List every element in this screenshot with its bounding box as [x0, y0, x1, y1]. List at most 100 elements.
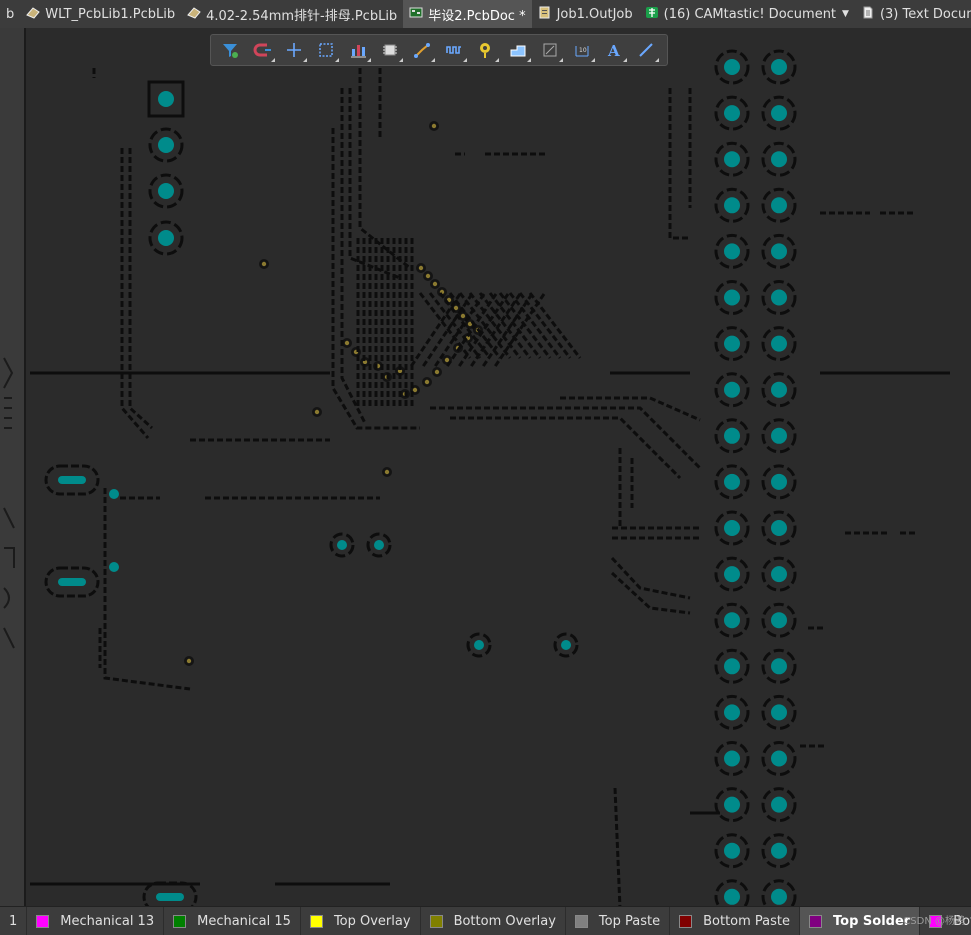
line-icon[interactable]	[633, 37, 659, 63]
svg-text:10: 10	[579, 47, 587, 54]
through-hole-pad	[474, 640, 484, 650]
dimension-icon[interactable]: 10	[569, 37, 595, 63]
layer-tab-1[interactable]: Mechanical 13	[27, 907, 165, 935]
watermark-text: CSDN @杨鸿	[903, 916, 965, 927]
active-bar-toolbar: 10 A	[210, 34, 668, 66]
via	[432, 281, 438, 287]
through-hole-pad	[771, 105, 787, 122]
copper-trace	[358, 68, 411, 270]
layer-color-swatch	[429, 914, 443, 928]
through-hole-pad	[771, 520, 787, 536]
via	[425, 273, 431, 279]
through-hole-pad	[771, 704, 787, 721]
pcb-board-view[interactable]	[0, 28, 971, 906]
through-hole-pad	[771, 658, 787, 675]
through-hole-pad	[724, 796, 740, 813]
layer-tab-4[interactable]: Bottom Overlay	[421, 907, 566, 935]
polygon-fill-icon[interactable]	[505, 37, 531, 63]
through-hole-pad	[724, 59, 740, 75]
svg-text:A: A	[607, 42, 620, 59]
doc-tab-5[interactable]: (16) CAMtastic! Document ▼	[639, 0, 855, 28]
doc-tab-1[interactable]: WLT_PcbLib1.PcbLib	[20, 0, 181, 28]
layer-tab-6[interactable]: Bottom Paste	[670, 907, 800, 935]
layer-tab-0[interactable]: 1	[0, 907, 28, 935]
layer-color-swatch	[173, 914, 187, 928]
copper-trace	[340, 88, 367, 424]
copper-trace	[450, 416, 682, 480]
doc-tab-2[interactable]: 4.02-2.54mm排针-排母.PcbLib	[181, 0, 403, 28]
outjob-icon	[538, 6, 557, 23]
doc-tab-3[interactable]: 毕设2.PcbDoc *	[403, 0, 532, 28]
through-hole-pad	[724, 197, 740, 214]
doc-tab-6[interactable]: (3) Text Document▼	[855, 0, 971, 28]
component-icon[interactable]	[377, 37, 403, 63]
oval-pad	[58, 476, 86, 484]
crosshair-place-icon[interactable]	[281, 37, 307, 63]
through-hole-pad	[771, 381, 787, 398]
through-hole-pad	[724, 289, 740, 306]
route-track-icon[interactable]	[409, 37, 435, 63]
layer-tab-7[interactable]: Top Solder	[800, 907, 921, 935]
through-hole-pad	[561, 640, 571, 650]
layer-color-swatch	[309, 914, 323, 928]
through-hole-pad	[724, 335, 740, 352]
layer-tab-2[interactable]: Mechanical 15	[164, 907, 301, 935]
layer-tab-5[interactable]: Top Paste	[566, 907, 671, 935]
through-hole-pad	[724, 427, 740, 444]
layer-tab-label: Bottom Overlay	[453, 913, 556, 929]
through-hole-pad	[724, 704, 740, 721]
layer-tab-label: Top Paste	[598, 913, 661, 929]
through-hole-pad	[771, 151, 787, 168]
doc-tab-0[interactable]: b	[0, 0, 20, 28]
through-hole-pad	[724, 888, 740, 905]
copper-trace	[120, 148, 150, 439]
through-hole-pad	[724, 243, 740, 260]
length-tuning-icon[interactable]	[441, 37, 467, 63]
via	[314, 409, 320, 415]
through-hole-pad	[771, 888, 787, 905]
through-hole-pad	[337, 540, 347, 550]
doc-tab-4[interactable]: Job1.OutJob	[532, 0, 639, 28]
through-hole-pad	[724, 658, 740, 675]
through-hole-pad	[724, 612, 740, 629]
through-hole-pad	[771, 243, 787, 260]
doc-tab-label: b	[6, 6, 15, 22]
place-via-icon[interactable]	[473, 37, 499, 63]
through-hole-pad	[158, 137, 174, 153]
small-pad	[109, 489, 119, 499]
interactive-routing-magnet-icon[interactable]	[249, 37, 275, 63]
layer-tab-3[interactable]: Top Overlay	[301, 907, 421, 935]
via	[444, 357, 450, 363]
through-hole-pad	[771, 427, 787, 444]
ruler-mark	[3, 357, 14, 429]
via	[186, 658, 192, 664]
region-icon[interactable]	[537, 37, 563, 63]
through-hole-pad	[158, 183, 174, 199]
via	[460, 313, 466, 319]
text-string-icon[interactable]: A	[601, 37, 627, 63]
layer-tab-bar: 1 Mechanical 13 Mechanical 15 Top Overlay Bo…	[0, 906, 971, 935]
through-hole-pad	[771, 796, 787, 813]
layer-tab-label: Top Solder	[833, 913, 911, 929]
copper-trace	[610, 556, 691, 600]
layer-color-swatch	[679, 914, 693, 928]
through-hole-pad	[771, 335, 787, 352]
select-rectangle-icon[interactable]	[313, 37, 339, 63]
align-bars-icon[interactable]	[345, 37, 371, 63]
via	[418, 265, 424, 271]
ruler-mark	[3, 507, 15, 649]
through-hole-pad	[771, 750, 787, 767]
through-hole-pad	[724, 473, 740, 490]
chevron-down-icon[interactable]: ▼	[842, 9, 849, 19]
through-hole-pad	[771, 473, 787, 490]
copper-trace	[610, 571, 691, 615]
layer-tab-label: 1	[9, 913, 18, 929]
document-tab-bar: b WLT_PcbLib1.PcbLib 4.02-2.54mm排针-排母.PcbL…	[0, 0, 971, 29]
layer-color-swatch	[574, 914, 588, 928]
copper-trace	[613, 787, 622, 906]
layer-color-swatch	[809, 914, 822, 928]
oval-pad	[58, 578, 86, 586]
via	[434, 369, 440, 375]
through-hole-pad	[771, 59, 787, 75]
filter-icon[interactable]	[217, 37, 243, 63]
